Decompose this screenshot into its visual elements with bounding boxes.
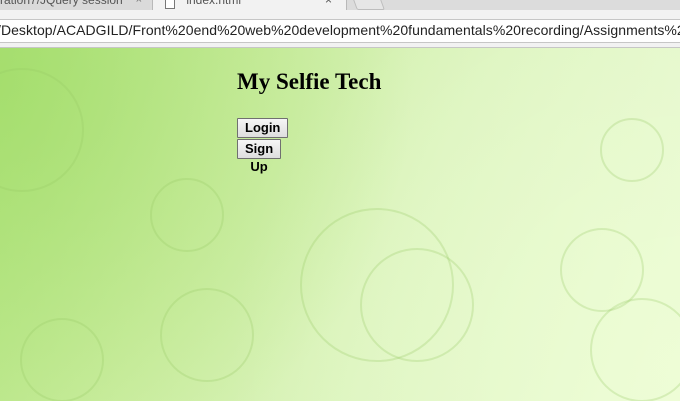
url-field[interactable]: /Desktop/ACADGILD/Front%20end%20web%20de… (0, 19, 680, 43)
background-bubble (160, 288, 254, 382)
background-bubble (150, 178, 224, 252)
close-icon[interactable]: × (136, 0, 142, 10)
tab-strip: ration7/JQuery session × index.html × (0, 0, 680, 10)
address-bar: /Desktop/ACADGILD/Front%20end%20web%20de… (0, 10, 680, 48)
new-tab-button[interactable] (351, 0, 385, 10)
tab-title: index.html (186, 0, 242, 7)
tab-index-html[interactable]: index.html × (152, 0, 347, 10)
login-button[interactable]: Login (237, 118, 289, 138)
page-viewport: My Selfie Tech Login Sign Up (0, 48, 680, 401)
background-bubble (360, 248, 474, 362)
background-bubble (600, 118, 664, 182)
url-text: /Desktop/ACADGILD/Front%20end%20web%20de… (0, 22, 680, 38)
background-bubble (20, 318, 104, 401)
close-icon[interactable]: × (325, 0, 332, 10)
page-title: My Selfie Tech (237, 69, 382, 94)
tab-title: ration7/JQuery session (0, 0, 123, 7)
document-icon (165, 0, 175, 9)
background-bubble (590, 298, 680, 401)
background-bubble (0, 68, 84, 192)
sign-up-button[interactable]: Sign Up (237, 139, 282, 174)
tab-jquery-session[interactable]: ration7/JQuery session × (0, 0, 150, 10)
